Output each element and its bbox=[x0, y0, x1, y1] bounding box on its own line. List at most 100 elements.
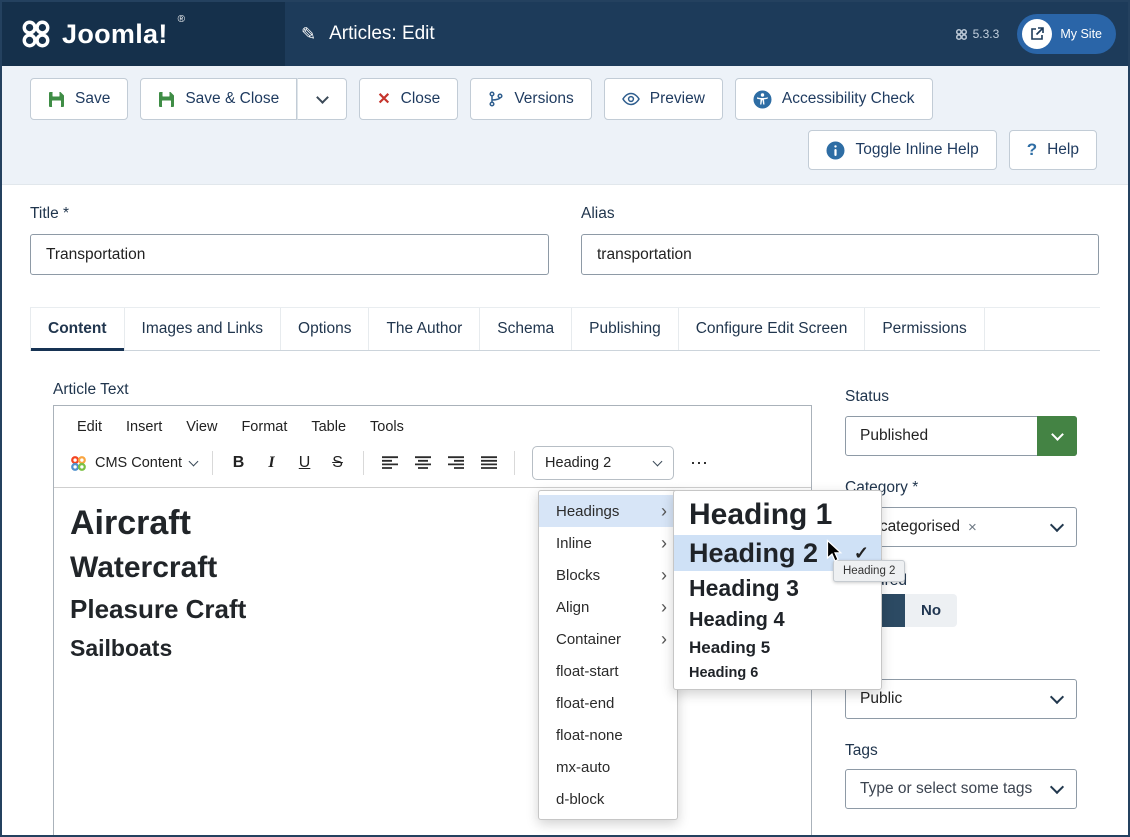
version-badge: 5.3.3 bbox=[955, 27, 1000, 41]
align-left-button[interactable] bbox=[373, 447, 406, 479]
status-value: Published bbox=[860, 427, 928, 445]
heading-option-label: Heading 5 bbox=[689, 638, 770, 658]
editor-menu-tools[interactable]: Tools bbox=[359, 415, 415, 439]
toolbar-row-primary: Save Save & Close ✕ Close bbox=[30, 78, 933, 120]
external-link-icon bbox=[1022, 19, 1052, 49]
tab-options[interactable]: Options bbox=[281, 308, 369, 350]
save-label: Save bbox=[75, 90, 110, 108]
submenu-item-heading-4[interactable]: Heading 4 bbox=[674, 605, 881, 635]
heading-option-label: Heading 6 bbox=[689, 665, 758, 681]
close-button[interactable]: ✕ Close bbox=[359, 78, 458, 120]
clear-selection-icon[interactable]: × bbox=[968, 519, 977, 536]
menu-item-mx-auto[interactable]: mx-auto bbox=[539, 751, 677, 783]
access-value: Public bbox=[860, 690, 902, 708]
cms-content-button[interactable]: CMS Content bbox=[64, 451, 203, 476]
alias-input[interactable] bbox=[581, 234, 1099, 275]
submenu-arrow-icon: › bbox=[661, 502, 667, 520]
help-button[interactable]: ? Help bbox=[1009, 130, 1097, 170]
header-right: 5.3.3 My Site bbox=[955, 14, 1128, 54]
close-label: Close bbox=[401, 90, 441, 108]
joomla-logo-area[interactable]: Joomla! ® bbox=[2, 2, 285, 66]
menu-item-headings[interactable]: Headings › bbox=[539, 495, 677, 527]
menu-item-float-none[interactable]: float-none bbox=[539, 719, 677, 751]
article-text-label: Article Text bbox=[53, 381, 129, 399]
underline-button[interactable]: U bbox=[288, 447, 321, 479]
tab-schema[interactable]: Schema bbox=[480, 308, 572, 350]
save-icon bbox=[48, 91, 65, 108]
tab-the-author[interactable]: The Author bbox=[369, 308, 480, 350]
editor-menu-format[interactable]: Format bbox=[230, 415, 298, 439]
tab-permissions[interactable]: Permissions bbox=[865, 308, 984, 350]
menu-item-d-block[interactable]: d-block bbox=[539, 783, 677, 815]
format-style-select[interactable]: Heading 2 bbox=[532, 446, 674, 480]
menu-item-label: float-none bbox=[556, 727, 623, 744]
status-select-dropdown[interactable] bbox=[1037, 416, 1077, 456]
save-and-close-button[interactable]: Save & Close bbox=[140, 78, 297, 120]
submenu-item-heading-6[interactable]: Heading 6 bbox=[674, 661, 881, 685]
editor-menu-insert[interactable]: Insert bbox=[115, 415, 173, 439]
toggle-inline-help-label: Toggle Inline Help bbox=[855, 141, 978, 159]
preview-label: Preview bbox=[650, 90, 705, 108]
tab-publishing[interactable]: Publishing bbox=[572, 308, 679, 350]
tab-configure-edit-screen[interactable]: Configure Edit Screen bbox=[679, 308, 866, 350]
submenu-arrow-icon: › bbox=[661, 598, 667, 616]
save-button[interactable]: Save bbox=[30, 78, 128, 120]
chevron-down-icon bbox=[653, 456, 663, 466]
featured-switch-no-segment[interactable]: No bbox=[905, 594, 957, 627]
align-center-button[interactable] bbox=[406, 447, 439, 479]
editor-toolbar: CMS Content B I U S bbox=[54, 443, 811, 488]
versions-button[interactable]: Versions bbox=[470, 78, 591, 120]
editor-menu-table[interactable]: Table bbox=[300, 415, 357, 439]
menu-item-float-start[interactable]: float-start bbox=[539, 655, 677, 687]
tags-select[interactable]: Type or select some tags bbox=[845, 769, 1077, 809]
chevron-down-icon bbox=[316, 91, 329, 104]
title-input[interactable] bbox=[30, 234, 549, 275]
close-x-icon: ✕ bbox=[377, 89, 390, 109]
menu-item-inline[interactable]: Inline › bbox=[539, 527, 677, 559]
toggle-inline-help-button[interactable]: Toggle Inline Help bbox=[808, 130, 996, 170]
accessibility-check-button[interactable]: Accessibility Check bbox=[735, 78, 933, 120]
status-label: Status bbox=[845, 388, 889, 406]
bold-button[interactable]: B bbox=[222, 447, 255, 479]
menu-item-container[interactable]: Container › bbox=[539, 623, 677, 655]
preview-button[interactable]: Preview bbox=[604, 78, 723, 120]
versions-label: Versions bbox=[514, 90, 573, 108]
chevron-down-icon bbox=[1050, 518, 1064, 532]
menu-item-label: Align bbox=[556, 599, 589, 616]
align-right-button[interactable] bbox=[439, 447, 472, 479]
format-style-value: Heading 2 bbox=[545, 455, 611, 471]
my-site-button[interactable]: My Site bbox=[1017, 14, 1116, 54]
menu-item-label: Blocks bbox=[556, 567, 600, 584]
tab-content[interactable]: Content bbox=[30, 308, 125, 350]
heading-option-label: Heading 4 bbox=[689, 609, 785, 632]
editor-menu-view[interactable]: View bbox=[175, 415, 228, 439]
my-site-label: My Site bbox=[1060, 27, 1102, 41]
strikethrough-button[interactable]: S bbox=[321, 447, 354, 479]
chevron-down-icon bbox=[189, 456, 199, 466]
align-left-icon bbox=[381, 456, 399, 470]
align-center-icon bbox=[414, 456, 432, 470]
tab-images-and-links[interactable]: Images and Links bbox=[125, 308, 282, 350]
menu-item-label: float-end bbox=[556, 695, 614, 712]
align-justify-icon bbox=[480, 456, 498, 470]
status-select[interactable]: Published bbox=[845, 416, 1077, 456]
menu-item-align[interactable]: Align › bbox=[539, 591, 677, 623]
toolbar-separator bbox=[212, 451, 213, 475]
mouse-cursor bbox=[826, 539, 844, 568]
menu-item-float-end[interactable]: float-end bbox=[539, 687, 677, 719]
submenu-item-heading-1[interactable]: Heading 1 bbox=[674, 495, 881, 535]
chevron-down-icon bbox=[1050, 690, 1064, 704]
italic-button[interactable]: I bbox=[255, 447, 288, 479]
joomla-color-icon bbox=[70, 455, 87, 472]
accessibility-check-label: Accessibility Check bbox=[782, 90, 915, 108]
joomla-mini-icon bbox=[955, 28, 968, 41]
toolbar-more-button[interactable]: ⋯ bbox=[682, 453, 717, 474]
editor-menu-edit[interactable]: Edit bbox=[66, 415, 113, 439]
align-justify-button[interactable] bbox=[472, 447, 505, 479]
submenu-item-heading-5[interactable]: Heading 5 bbox=[674, 635, 881, 661]
align-right-icon bbox=[447, 456, 465, 470]
menu-item-blocks[interactable]: Blocks › bbox=[539, 559, 677, 591]
save-options-caret-button[interactable] bbox=[297, 78, 347, 120]
edit-screen-tabs: Content Images and Links Options The Aut… bbox=[30, 307, 1100, 351]
top-header-bar: Joomla! ® ✎ Articles: Edit 5.3.3 My Site bbox=[2, 2, 1128, 66]
